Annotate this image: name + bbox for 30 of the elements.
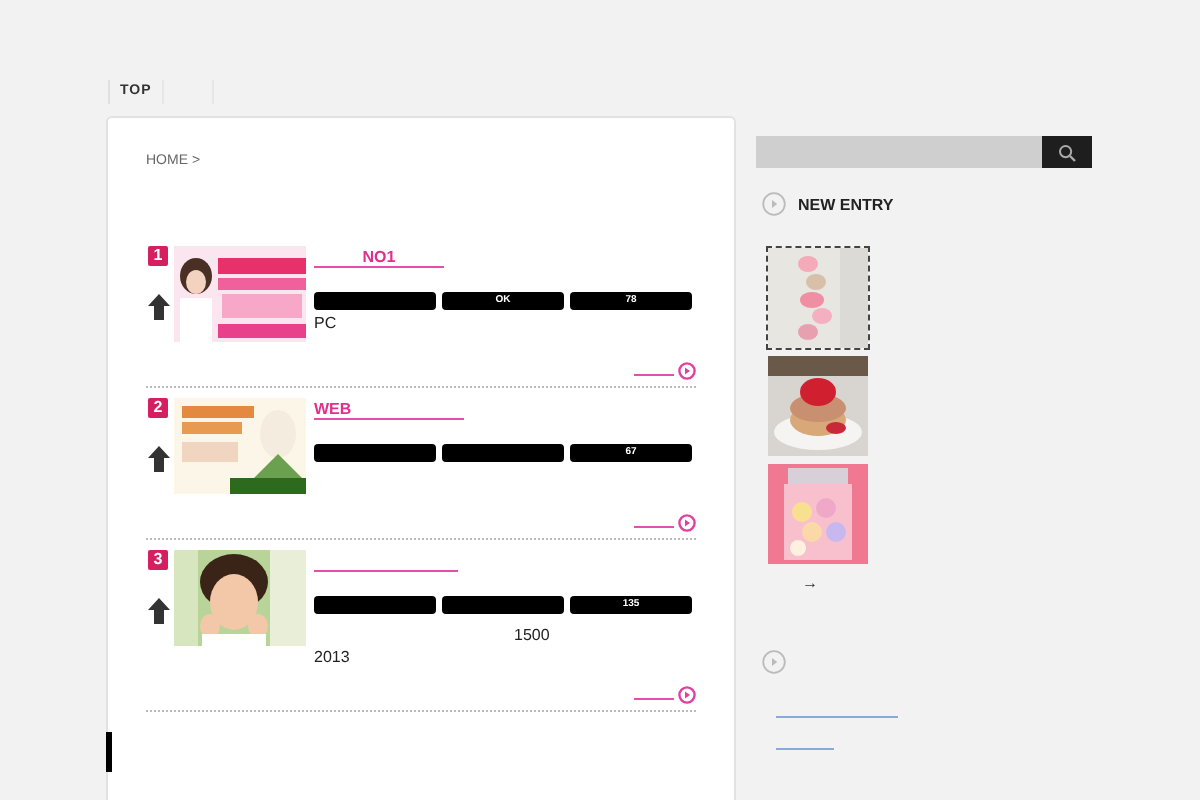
rank-badge: 3 [148,550,168,570]
tag-pill [314,292,436,310]
tag-pill [442,444,564,462]
entry-text: 2013 [314,648,352,666]
up-arrow-icon[interactable] [147,446,169,472]
page-marker [106,732,112,772]
tag-pill [314,596,436,614]
entry-thumbnail[interactable] [766,462,870,566]
entry-text: PC [314,314,339,332]
search-button[interactable] [1042,136,1092,168]
up-arrow-icon[interactable] [147,598,169,624]
play-icon[interactable] [678,514,696,532]
tag-pill [314,444,436,462]
entry-thumbnail[interactable] [766,246,870,350]
entry-title-link[interactable]: WEB [314,400,464,420]
entry-thumbnail[interactable] [766,354,870,458]
rank-badge: 2 [148,398,168,418]
play-icon[interactable] [678,686,696,704]
play-icon [762,650,786,674]
search-icon [1058,143,1076,161]
more-link[interactable]: → [802,574,818,592]
section-heading: NEW ENTRY [798,195,894,213]
up-arrow-icon[interactable] [147,294,169,320]
play-icon [762,192,786,216]
tag-pill [442,596,564,614]
entry-title-link[interactable]: NO1 [314,248,444,268]
play-icon[interactable] [678,362,696,380]
rank-badge: 1 [148,246,168,266]
entry-text: 1500 [512,626,552,644]
search-field[interactable] [756,136,1042,168]
